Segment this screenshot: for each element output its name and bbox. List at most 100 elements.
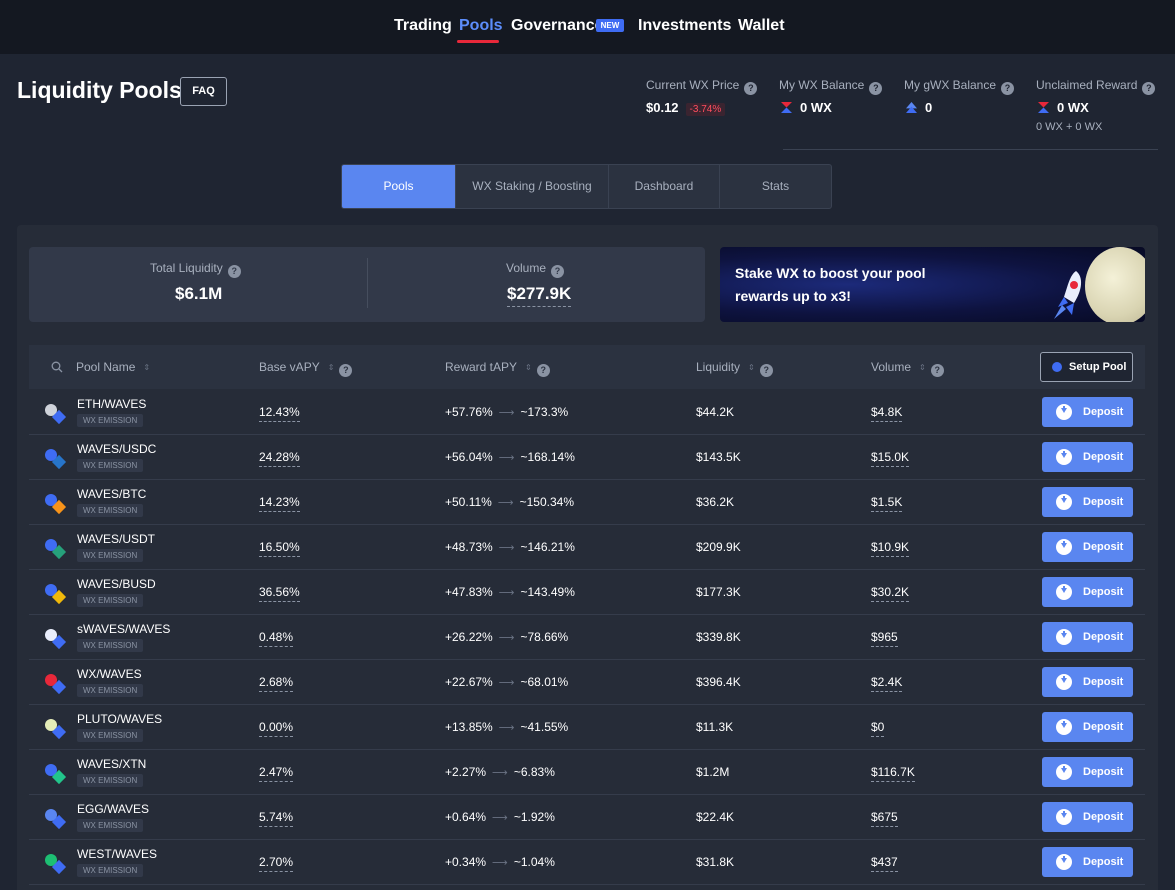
deposit-button[interactable]: Deposit: [1042, 667, 1133, 697]
tab-stats[interactable]: Stats: [720, 165, 831, 208]
volume-value[interactable]: $2.4K: [871, 675, 903, 692]
base-vapy-value[interactable]: 2.68%: [259, 675, 294, 692]
help-icon[interactable]: ?: [1142, 82, 1156, 95]
volume-value[interactable]: $0: [871, 720, 885, 737]
deposit-button[interactable]: Deposit: [1042, 397, 1133, 427]
header-reward-tapy[interactable]: Reward tAPY ⇕?: [445, 360, 550, 377]
help-icon[interactable]: ?: [536, 364, 550, 377]
table-row[interactable]: WEST/WAVES WX EMISSION 2.70% +0.34% ⟶ ~1.04% $…: [29, 840, 1145, 885]
nav-investments[interactable]: Investments: [638, 17, 731, 35]
base-vapy-value[interactable]: 2.47%: [259, 765, 294, 782]
table-row[interactable]: ETH/WAVES WX EMISSION 12.43% +57.76% ⟶ ~173.3…: [29, 390, 1145, 435]
table-row[interactable]: sWAVES/WAVES WX EMISSION 0.48% +26.22% ⟶ ~78.…: [29, 615, 1145, 660]
table-row[interactable]: PLUTO/WAVES WX EMISSION 0.00% +13.85% ⟶ ~41.5…: [29, 705, 1145, 750]
wx-emission-badge: WX EMISSION: [77, 774, 144, 787]
reward-tapy-value: +57.76% ⟶ ~173.3%: [445, 405, 569, 419]
volume-value[interactable]: $4.8K: [871, 405, 903, 422]
base-vapy-value[interactable]: 2.70%: [259, 855, 294, 872]
page-title: Liquidity Pools: [17, 77, 182, 103]
total-volume-value[interactable]: $277.9K: [507, 284, 572, 307]
wx-emission-badge: WX EMISSION: [77, 504, 144, 517]
unclaimed-reward-block: Unclaimed Reward? 0 WX 0 WX + 0 WX: [1036, 78, 1156, 133]
wx-emission-badge: WX EMISSION: [77, 549, 144, 562]
table-row[interactable]: WAVES/BUSD WX EMISSION 36.56% +47.83% ⟶ ~143.…: [29, 570, 1145, 615]
base-vapy-value[interactable]: 5.74%: [259, 810, 294, 827]
liquidity-value: $143.5K: [696, 450, 741, 464]
base-vapy-value[interactable]: 12.43%: [259, 405, 300, 422]
deposit-button[interactable]: Deposit: [1042, 442, 1133, 472]
deposit-button[interactable]: Deposit: [1042, 712, 1133, 742]
help-icon[interactable]: ?: [869, 82, 883, 95]
header-liquidity[interactable]: Liquidity ⇕?: [696, 360, 773, 377]
deposit-button[interactable]: Deposit: [1042, 847, 1133, 877]
help-icon[interactable]: ?: [744, 82, 758, 95]
liquidity-value: $177.3K: [696, 585, 741, 599]
base-vapy-value[interactable]: 0.00%: [259, 720, 294, 737]
volume-value[interactable]: $437: [871, 855, 898, 872]
header-base-vapy[interactable]: Base vAPY ⇕?: [259, 360, 353, 377]
download-icon: [1056, 674, 1072, 690]
table-row[interactable]: WAVES/XTN WX EMISSION 2.47% +2.27% ⟶ ~6.83% $1…: [29, 750, 1145, 795]
deposit-button[interactable]: Deposit: [1042, 577, 1133, 607]
deposit-button[interactable]: Deposit: [1042, 487, 1133, 517]
nav-wallet[interactable]: Wallet: [738, 17, 785, 35]
help-icon[interactable]: ?: [339, 364, 353, 377]
table-row[interactable]: WX/WAVES WX EMISSION 2.68% +22.67% ⟶ ~68.01% $…: [29, 660, 1145, 705]
sort-icon: ⇕: [748, 363, 755, 372]
volume-value[interactable]: $965: [871, 630, 898, 647]
download-icon: [1056, 449, 1072, 465]
nav-governance[interactable]: Governance: [511, 17, 603, 35]
volume-value[interactable]: $116.7K: [871, 765, 915, 782]
table-row[interactable]: WAVES/USDC WX EMISSION 24.28% +56.04% ⟶ ~168.…: [29, 435, 1145, 480]
liquidity-value: $44.2K: [696, 405, 735, 419]
base-vapy-value[interactable]: 36.56%: [259, 585, 300, 602]
liquidity-value: $209.9K: [696, 540, 741, 554]
base-vapy-value[interactable]: 24.28%: [259, 450, 300, 467]
base-vapy-value[interactable]: 16.50%: [259, 540, 300, 557]
reward-tapy-value: +50.11% ⟶ ~150.34%: [445, 495, 574, 509]
reward-tapy-value: +56.04% ⟶ ~168.14%: [445, 450, 575, 464]
deposit-button[interactable]: Deposit: [1042, 757, 1133, 787]
help-icon[interactable]: ?: [759, 364, 773, 377]
pair-name: WAVES/BTC: [77, 487, 147, 501]
volume-value[interactable]: $30.2K: [871, 585, 910, 602]
base-vapy-value[interactable]: 14.23%: [259, 495, 300, 512]
table-row[interactable]: WAVES/BTC WX EMISSION 14.23% +50.11% ⟶ ~150.3…: [29, 480, 1145, 525]
liquidity-value: $11.3K: [696, 720, 734, 734]
header-pool-name[interactable]: Pool Name ⇕: [76, 360, 150, 374]
header-volume[interactable]: Volume ⇕?: [871, 360, 944, 377]
volume-value[interactable]: $10.9K: [871, 540, 910, 557]
table-row[interactable]: EGG/WAVES WX EMISSION 5.74% +0.64% ⟶ ~1.92% $2…: [29, 795, 1145, 840]
volume-value[interactable]: $1.5K: [871, 495, 903, 512]
search-icon[interactable]: [51, 361, 63, 373]
arrow-right-icon: ⟶: [498, 407, 515, 419]
tab-pools[interactable]: Pools: [342, 165, 456, 208]
gwx-balance-value: 0: [906, 100, 932, 115]
nav-pools[interactable]: Pools: [459, 17, 503, 35]
tab-wx-staking[interactable]: WX Staking / Boosting: [456, 165, 609, 208]
wx-emission-badge: WX EMISSION: [77, 729, 144, 742]
table-row[interactable]: WAVES/USDT WX EMISSION 16.50% +48.73% ⟶ ~146.…: [29, 525, 1145, 570]
wx-emission-badge: WX EMISSION: [77, 819, 144, 832]
setup-pool-button[interactable]: Setup Pool: [1040, 352, 1133, 382]
sort-icon: ⇕: [919, 363, 926, 372]
nav-trading[interactable]: Trading: [394, 17, 452, 35]
deposit-button[interactable]: Deposit: [1042, 802, 1133, 832]
download-icon: [1056, 494, 1072, 510]
volume-value[interactable]: $675: [871, 810, 898, 827]
pair-name: WAVES/USDT: [77, 532, 156, 546]
tab-dashboard[interactable]: Dashboard: [609, 165, 720, 208]
deposit-button[interactable]: Deposit: [1042, 532, 1133, 562]
deposit-button[interactable]: Deposit: [1042, 622, 1133, 652]
volume-value[interactable]: $15.0K: [871, 450, 910, 467]
stake-banner[interactable]: Stake WX to boost your pool rewards up t…: [720, 247, 1145, 322]
help-icon[interactable]: ?: [930, 364, 944, 377]
help-icon[interactable]: ?: [227, 265, 241, 278]
pair-token-icon: [45, 764, 67, 785]
wx-token-icon: [1038, 102, 1049, 113]
help-icon[interactable]: ?: [551, 265, 565, 278]
base-vapy-value[interactable]: 0.48%: [259, 630, 294, 647]
pair-token-icon: [45, 404, 67, 425]
faq-button[interactable]: FAQ: [180, 77, 227, 106]
help-icon[interactable]: ?: [1001, 82, 1015, 95]
